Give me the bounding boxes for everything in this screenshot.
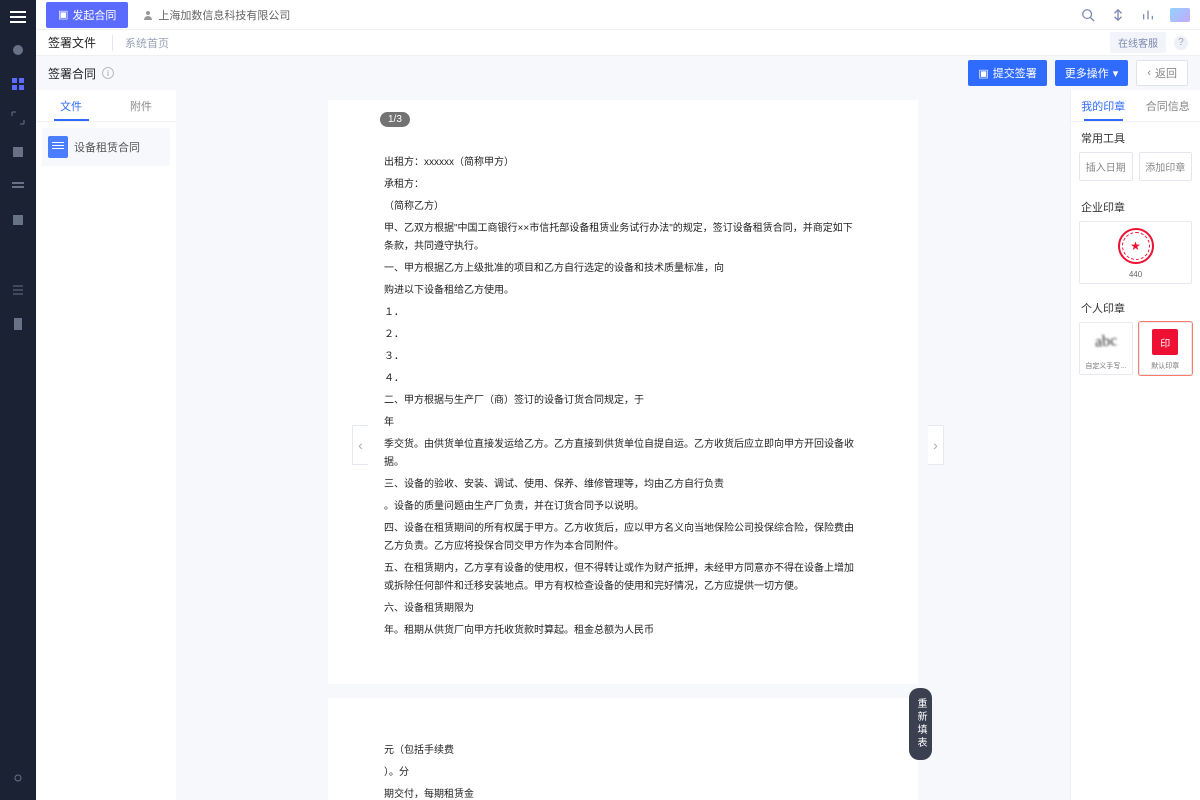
section-tools-title: 常用工具 (1071, 122, 1200, 152)
insert-date-button[interactable]: 插入日期 (1079, 152, 1133, 181)
plus-icon: ▣ (58, 8, 68, 21)
tab-contract-info[interactable]: 合同信息 (1136, 90, 1200, 121)
document-viewer: 1/3 ‹ › 重新填表 出租方：xxxxxx（简称甲方） 承租方： （简称乙方… (176, 90, 1070, 800)
document-icon (48, 136, 68, 158)
rail-templates-icon[interactable] (10, 178, 26, 194)
submit-sign-button[interactable]: ▣ 提交签署 (968, 60, 1046, 86)
back-label: 返回 (1155, 65, 1177, 81)
signature-label: 自定义手写... (1080, 361, 1132, 371)
breadcrumb-bar: 签署文件 系统首页 在线客服 ? (36, 30, 1200, 56)
seal-panel: 我的印章 合同信息 常用工具 插入日期 添加印章 企业印章 440 个人印章 a… (1070, 90, 1200, 800)
doc-line: 一、甲方根据乙方上级批准的项目和乙方自行选定的设备和技术质量标准，向 (384, 260, 862, 278)
file-name-label: 设备租赁合同 (74, 139, 140, 155)
breadcrumb-home-link[interactable]: 系统首页 (112, 35, 169, 51)
doc-line: 。设备的质量问题由生产厂负责，并在订货合同予以说明。 (384, 498, 862, 516)
help-icon[interactable]: ? (1174, 36, 1188, 50)
rail-settings-icon[interactable] (10, 770, 26, 786)
page-indicator: 1/3 (380, 112, 410, 127)
breadcrumb-current: 签署文件 (48, 34, 96, 51)
rail-dashboard-icon[interactable] (10, 42, 26, 58)
more-actions-label: 更多操作 (1065, 65, 1109, 81)
doc-line: 承租方： (384, 176, 862, 194)
square-seal-icon (1152, 329, 1178, 355)
page-title: 签署合同 (48, 65, 96, 82)
rail-archive-icon[interactable] (10, 144, 26, 160)
chevron-down-icon: ▾ (1113, 67, 1119, 80)
prev-page-button[interactable]: ‹ (352, 425, 368, 465)
doc-line: 五、在租赁期内，乙方享有设备的使用权，但不得转让或作为财产抵押，未经甲方同意亦不… (384, 560, 862, 596)
file-panel: 文件 附件 设备租赁合同 (36, 90, 176, 800)
file-list-item[interactable]: 设备租赁合同 (42, 128, 170, 166)
signature-label: 默认印章 (1140, 361, 1192, 371)
rail-list-icon[interactable] (10, 282, 26, 298)
initiate-contract-button[interactable]: ▣ 发起合同 (46, 2, 128, 28)
tab-my-seals[interactable]: 我的印章 (1071, 90, 1136, 121)
rail-seals-icon[interactable] (10, 212, 26, 228)
doc-line: 年。租期从供货厂向甲方托收货款时算起。租金总额为人民币 (384, 622, 862, 640)
rail-doc-icon[interactable] (10, 316, 26, 332)
document-page[interactable]: 元（包括手续费 ）。分 期交付，每期租赁金 (328, 698, 918, 800)
stats-icon[interactable] (1140, 7, 1156, 23)
org-selector[interactable]: 上海加数信息科技有限公司 (142, 7, 290, 23)
tab-files[interactable]: 文件 (36, 90, 106, 121)
signature-card-default[interactable]: 默认印章 (1139, 322, 1193, 375)
sign-icon: ▣ (978, 67, 988, 80)
doc-line: 元（包括手续费 (384, 742, 862, 760)
doc-line: 年 (384, 414, 862, 432)
doc-line: 出租方：xxxxxx（简称甲方） (384, 154, 862, 172)
search-icon[interactable] (1080, 7, 1096, 23)
doc-line: ３． (384, 348, 862, 366)
doc-line: ）。分 (384, 764, 862, 782)
doc-line: 二、甲方根据与生产厂（商）签订的设备订货合同规定，于 (384, 392, 862, 410)
hamburger-icon[interactable] (10, 16, 26, 18)
top-bar: ▣ 发起合同 上海加数信息科技有限公司 (36, 0, 1200, 30)
section-corp-seal-title: 企业印章 (1071, 191, 1200, 221)
transfer-icon[interactable] (1110, 7, 1126, 23)
handwriting-icon: abc (1094, 332, 1117, 352)
add-seal-button[interactable]: 添加印章 (1139, 152, 1193, 181)
document-page[interactable]: 出租方：xxxxxx（简称甲方） 承租方： （简称乙方） 甲、乙双方根据"中国工… (328, 100, 918, 684)
doc-line: 购进以下设备租给乙方使用。 (384, 282, 862, 300)
back-button[interactable]: ‹ 返回 (1136, 60, 1188, 86)
submit-sign-label: 提交签署 (993, 65, 1037, 81)
org-icon (142, 9, 154, 21)
signature-card-handwritten[interactable]: abc 自定义手写... (1079, 322, 1133, 375)
round-seal-icon (1118, 228, 1154, 264)
doc-line: 期交付，每期租赁金 (384, 786, 862, 800)
support-chip[interactable]: 在线客服 (1110, 32, 1166, 53)
doc-line: 四、设备在租赁期间的所有权属于甲方。乙方收货后，应以甲方名义向当地保险公司投保综… (384, 520, 862, 556)
refill-form-chip[interactable]: 重新填表 (909, 688, 932, 760)
corporate-seal-card[interactable]: 440 (1079, 221, 1192, 284)
rail-expand-icon[interactable] (10, 110, 26, 126)
doc-line: 六、设备租赁期限为 (384, 600, 862, 618)
doc-line: 甲、乙双方根据"中国工商银行××市信托部设备租赁业务试行办法"的规定，签订设备租… (384, 220, 862, 256)
back-icon: ‹ (1147, 67, 1151, 79)
initiate-contract-label: 发起合同 (72, 7, 116, 23)
rail-contracts-icon[interactable] (10, 76, 26, 92)
left-nav-rail (0, 0, 36, 800)
info-icon[interactable]: i (102, 67, 114, 79)
doc-line: ４． (384, 370, 862, 388)
doc-line: （简称乙方） (384, 198, 862, 216)
section-personal-seal-title: 个人印章 (1071, 292, 1200, 322)
more-actions-button[interactable]: 更多操作 ▾ (1055, 60, 1129, 86)
doc-line: １． (384, 304, 862, 322)
user-avatar[interactable] (1170, 8, 1190, 22)
doc-line: 季交货。由供货单位直接发运给乙方。乙方直接到供货单位自提自运。乙方收货后应立即向… (384, 436, 862, 472)
doc-line: 三、设备的验收、安装、调试、使用、保养、维修管理等，均由乙方自行负责 (384, 476, 862, 494)
org-name-label: 上海加数信息科技有限公司 (158, 7, 290, 23)
doc-line: ２． (384, 326, 862, 344)
next-page-button[interactable]: › (928, 425, 944, 465)
tab-attachments[interactable]: 附件 (106, 90, 176, 121)
corporate-seal-label: 440 (1080, 270, 1191, 279)
action-bar: 签署合同 i ▣ 提交签署 更多操作 ▾ ‹ 返回 (36, 56, 1200, 90)
